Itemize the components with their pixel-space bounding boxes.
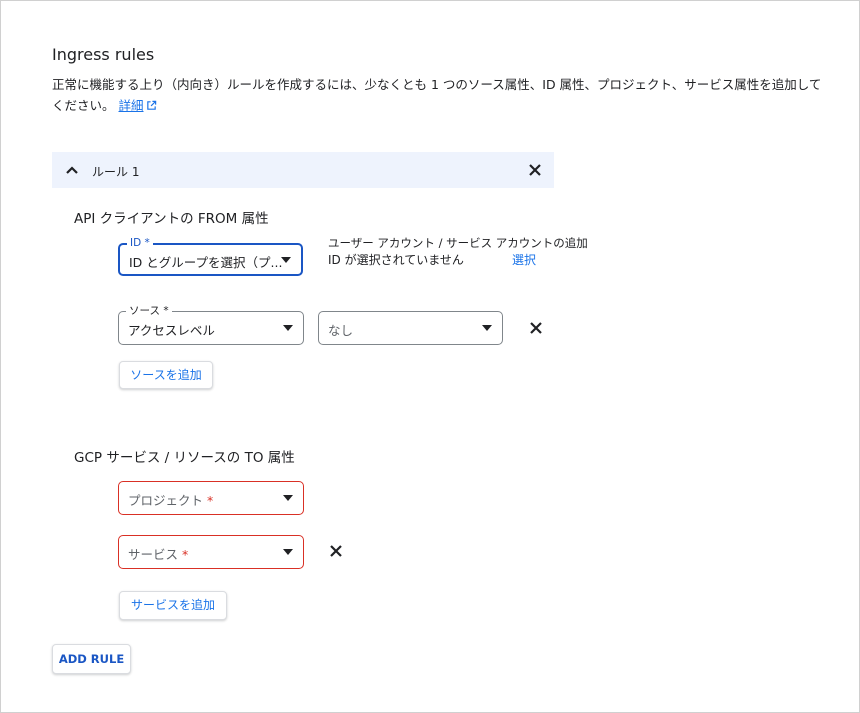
dropdown-arrow-icon [283, 495, 293, 501]
service-select-placeholder: サービス * [128, 547, 189, 562]
chevron-up-icon[interactable] [64, 162, 80, 178]
project-select-placeholder: プロジェクト * [128, 493, 214, 508]
page-description: 正常に機能する上り（内向き）ルールを作成するには、少なくとも 1 つのソース属性… [52, 74, 822, 116]
description-text: 正常に機能する上り（内向き）ルールを作成するには、少なくとも 1 つのソース属性… [52, 77, 822, 113]
add-rule-button[interactable]: ADD RULE [52, 644, 131, 674]
access-level-select[interactable]: なし [318, 311, 503, 345]
add-source-button[interactable]: ソースを追加 [119, 361, 213, 389]
dropdown-arrow-icon [283, 325, 293, 331]
id-select[interactable]: ID * ID とグループを選択（プ... [118, 236, 303, 276]
remove-service-icon[interactable] [328, 543, 344, 559]
details-link[interactable]: 詳細 [119, 98, 144, 113]
dropdown-arrow-icon [283, 549, 293, 555]
service-select[interactable]: サービス * [118, 535, 304, 569]
external-link-icon[interactable] [146, 100, 157, 111]
project-select[interactable]: プロジェクト * [118, 481, 304, 515]
account-heading: ユーザー アカウント / サービス アカウントの追加 [328, 236, 588, 250]
dropdown-arrow-icon [482, 325, 492, 331]
access-level-placeholder: なし [328, 323, 354, 338]
source-select[interactable]: ソース * アクセスレベル [118, 304, 304, 345]
from-section-title: API クライアントの FROM 属性 [74, 211, 269, 227]
add-service-button[interactable]: サービスを追加 [119, 591, 227, 620]
page-title: Ingress rules [52, 45, 155, 64]
source-select-legend: ソース * [126, 304, 172, 318]
source-select-value: アクセスレベル [128, 323, 215, 338]
remove-source-icon[interactable] [528, 320, 544, 336]
id-select-legend: ID * [127, 236, 153, 250]
id-select-value: ID とグループを選択（プ... [129, 255, 283, 270]
dropdown-arrow-icon [281, 257, 291, 263]
to-section-title: GCP サービス / リソースの TO 属性 [74, 450, 295, 466]
account-status: ID が選択されていません [328, 253, 464, 267]
rule-header[interactable]: ルール 1 [52, 152, 554, 188]
close-icon[interactable] [526, 161, 544, 179]
select-account-link[interactable]: 選択 [512, 251, 536, 268]
rule-label: ルール 1 [92, 165, 140, 179]
